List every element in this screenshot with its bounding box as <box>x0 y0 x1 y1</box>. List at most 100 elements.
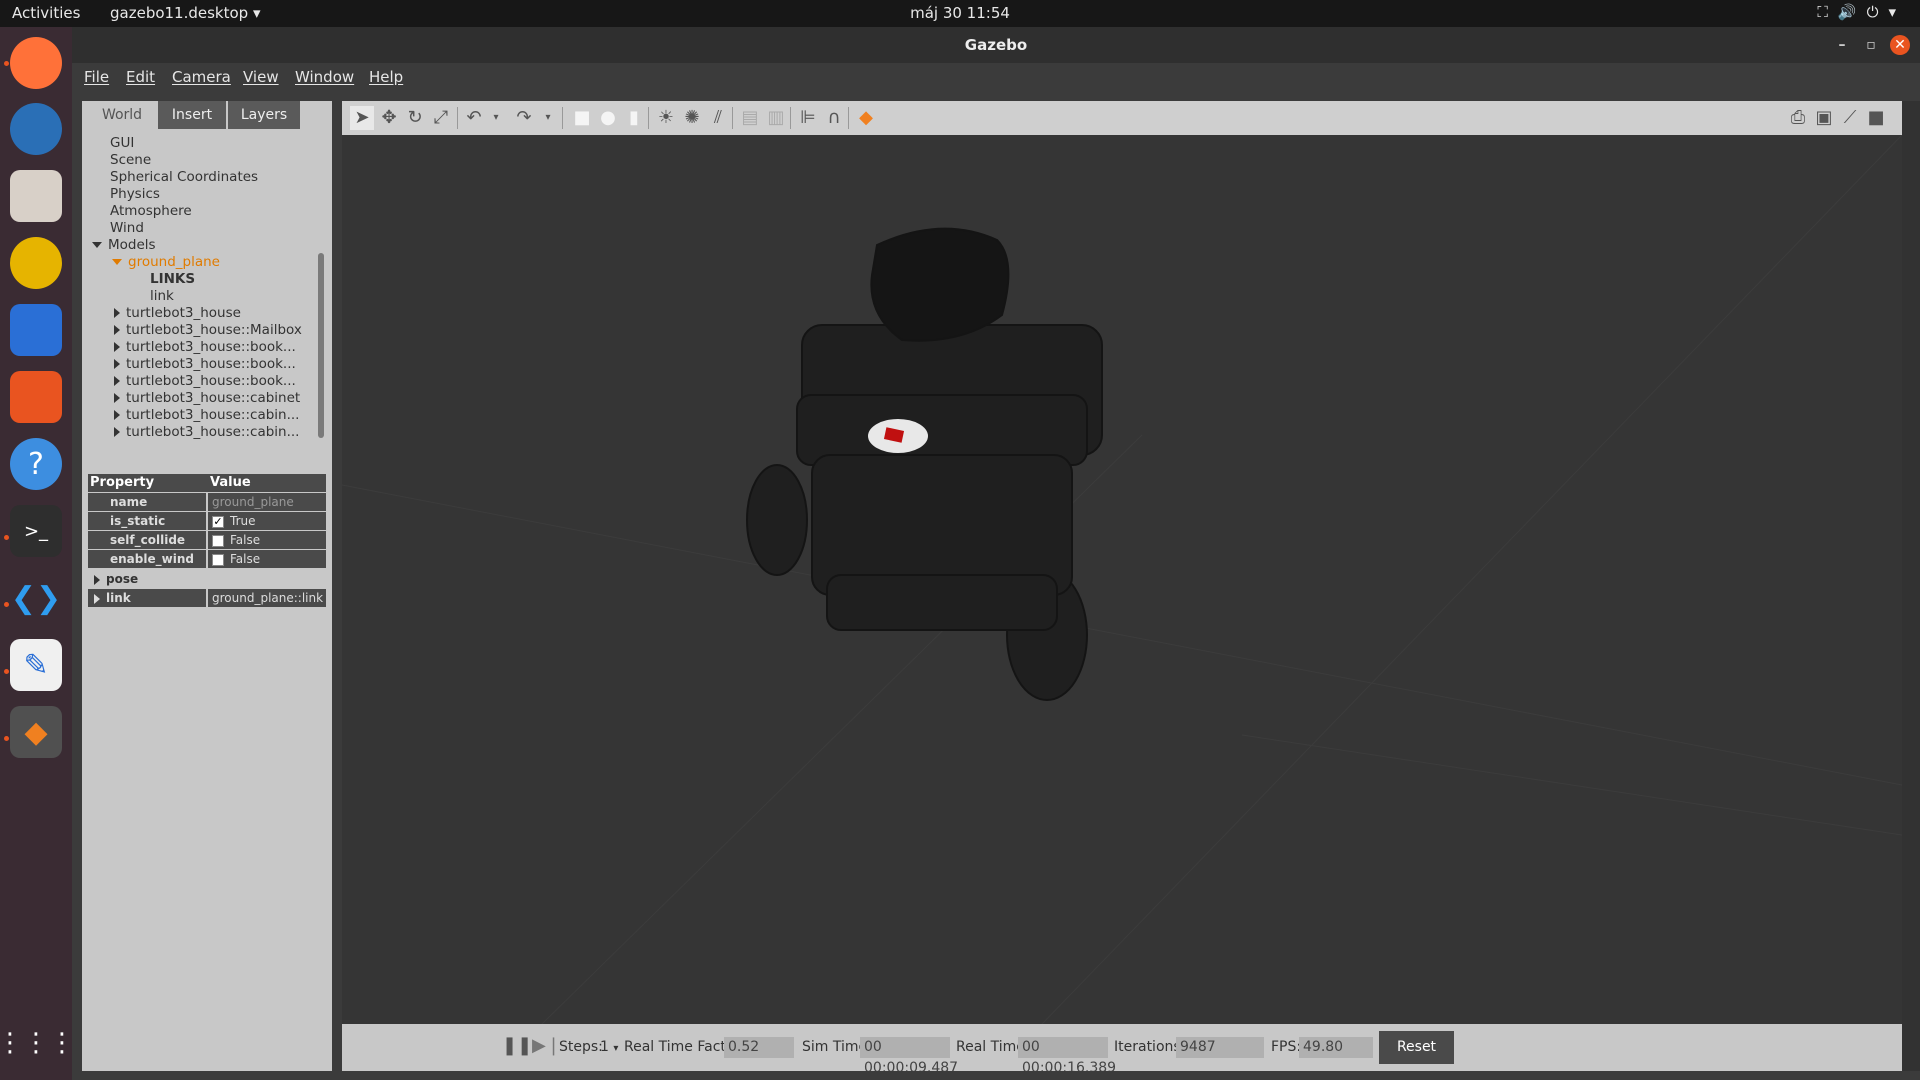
property-row-link[interactable]: link ground_plane::link <box>88 589 326 607</box>
files-icon[interactable] <box>10 170 62 222</box>
expand-right-icon[interactable] <box>114 342 120 352</box>
property-row[interactable]: self_collide False <box>88 531 326 549</box>
expand-right-icon[interactable] <box>114 427 120 437</box>
record-video-icon[interactable]: ■ <box>1864 106 1888 130</box>
firefox-icon[interactable] <box>10 37 62 89</box>
software-icon[interactable] <box>10 371 62 423</box>
undo-icon[interactable]: ↶ <box>462 106 486 130</box>
pause-icon[interactable]: ❚❚ <box>502 1034 532 1058</box>
scale-mode-icon[interactable]: ⤢ <box>429 106 453 130</box>
expand-right-icon[interactable] <box>94 593 100 604</box>
text-editor-icon[interactable]: ✎ <box>10 639 62 691</box>
property-row[interactable]: name ground_plane <box>88 493 326 511</box>
tree-item-model[interactable]: turtlebot3_house::book... <box>114 339 296 356</box>
expand-right-icon[interactable] <box>114 393 120 403</box>
tree-item-wind[interactable]: Wind <box>110 220 144 237</box>
checkbox-checked-icon[interactable]: ✓ <box>212 515 224 528</box>
translate-mode-icon[interactable]: ✥ <box>377 106 401 130</box>
steps-dropdown[interactable]: 1 ▾ <box>600 1039 618 1055</box>
menu-edit[interactable]: Edit <box>126 68 155 86</box>
box-shape-icon[interactable]: ■ <box>570 106 594 130</box>
gazebo-icon[interactable]: ◆ <box>10 706 62 758</box>
tree-item-model[interactable]: turtlebot3_house <box>114 305 241 322</box>
tree-item-atmosphere[interactable]: Atmosphere <box>110 203 192 220</box>
scene-view[interactable] <box>342 134 1903 1025</box>
expand-down-icon[interactable] <box>112 259 122 265</box>
tree-item-scene[interactable]: Scene <box>110 152 151 169</box>
sphere-shape-icon[interactable]: ● <box>596 106 620 130</box>
simulation-bar: ❚❚ ▶❘ Steps: 1 ▾ Real Time Factor: 0.52 … <box>342 1024 1902 1071</box>
rotate-mode-icon[interactable]: ↻ <box>403 106 427 130</box>
directional-light-icon[interactable]: ⫽ <box>706 106 730 130</box>
maximize-button[interactable]: ▫ <box>1861 35 1881 55</box>
expand-right-icon[interactable] <box>114 308 120 318</box>
tab-world[interactable]: World <box>88 101 156 129</box>
thunderbird-icon[interactable] <box>10 103 62 155</box>
select-mode-icon[interactable]: ➤ <box>350 106 374 130</box>
tab-insert[interactable]: Insert <box>158 101 226 129</box>
menu-view[interactable]: View <box>243 68 279 86</box>
tree-item-model[interactable]: turtlebot3_house::book... <box>114 373 296 390</box>
menu-help[interactable]: Help <box>369 68 403 86</box>
tree-item-physics[interactable]: Physics <box>110 186 160 203</box>
screenshot-icon[interactable]: ⎙ <box>1786 106 1810 130</box>
property-row[interactable]: is_static ✓ True <box>88 512 326 530</box>
close-button[interactable]: ✕ <box>1890 35 1910 55</box>
expand-right-icon[interactable] <box>114 410 120 420</box>
expand-right-icon[interactable] <box>114 325 120 335</box>
minimize-button[interactable]: – <box>1832 35 1852 55</box>
tree-item-spherical-coordinates[interactable]: Spherical Coordinates <box>110 169 258 186</box>
redo-icon[interactable]: ↷ <box>512 106 536 130</box>
spot-light-icon[interactable]: ✺ <box>680 106 704 130</box>
view-angle-icon[interactable]: ◆ <box>854 106 878 130</box>
help-icon[interactable]: ? <box>10 438 62 490</box>
plot-icon[interactable]: ⟋ <box>1838 106 1862 130</box>
tree-scrollbar[interactable] <box>318 253 324 438</box>
paste-icon[interactable]: ▥ <box>764 106 788 130</box>
log-icon[interactable]: ▣ <box>1812 106 1836 130</box>
tree-item-model[interactable]: turtlebot3_house::Mailbox <box>114 322 302 339</box>
tree-item-link[interactable]: link <box>150 288 174 305</box>
system-tray[interactable]: ⛶🔊⏻▾ <box>1817 3 1906 21</box>
redo-history-chevron-icon[interactable]: ▾ <box>536 106 560 130</box>
menu-window[interactable]: Window <box>295 68 354 86</box>
rhythmbox-icon[interactable] <box>10 237 62 289</box>
show-apps-icon[interactable]: ⋮⋮⋮ <box>0 1017 75 1069</box>
tree-item-model[interactable]: turtlebot3_house::cabin... <box>114 424 299 441</box>
checkbox-icon[interactable] <box>212 534 224 547</box>
tree-item-models[interactable]: Models <box>92 237 156 254</box>
writer-icon[interactable] <box>10 304 62 356</box>
vscode-icon[interactable]: ❮❯ <box>10 572 62 624</box>
clock[interactable]: máj 30 11:54 <box>0 4 1920 22</box>
tree-item-ground-plane[interactable]: ground_plane <box>112 254 220 271</box>
menu-camera[interactable]: Camera <box>172 68 231 86</box>
snap-icon[interactable]: ∩ <box>822 106 846 130</box>
cylinder-shape-icon[interactable]: ▮ <box>622 106 646 130</box>
expand-right-icon[interactable] <box>114 376 120 386</box>
tree-item-gui[interactable]: GUI <box>110 135 134 152</box>
terminal-icon[interactable]: >_ <box>10 505 62 557</box>
3d-viewport: ➤ ✥ ↻ ⤢ ↶ ▾ ↷ ▾ ■ ● ▮ ☀ ✺ ⫽ ▤ ▥ ⊫ ∩ ◆ ⎙ <box>342 101 1920 1071</box>
expand-right-icon[interactable] <box>94 574 100 585</box>
property-row-pose[interactable]: pose <box>88 570 326 588</box>
property-value: ground_plane::link <box>208 589 326 607</box>
tree-item-model[interactable]: turtlebot3_house::cabin... <box>114 407 299 424</box>
tab-layers[interactable]: Layers <box>228 101 300 129</box>
menu-file[interactable]: File <box>84 68 109 86</box>
reset-time-button[interactable]: Reset Time <box>1379 1031 1454 1064</box>
expand-down-icon[interactable] <box>92 242 102 248</box>
copy-icon[interactable]: ▤ <box>738 106 762 130</box>
align-icon[interactable]: ⊫ <box>796 106 820 130</box>
checkbox-icon[interactable] <box>212 553 224 566</box>
expand-right-icon[interactable] <box>114 359 120 369</box>
point-light-icon[interactable]: ☀ <box>654 106 678 130</box>
toolbar-divider <box>732 107 733 129</box>
tree-item-model[interactable]: turtlebot3_house::book... <box>114 356 296 373</box>
world-tree: GUI Scene Spherical Coordinates Physics … <box>82 129 332 441</box>
property-row[interactable]: enable_wind False <box>88 550 326 568</box>
running-indicator <box>4 61 9 66</box>
tree-item-model[interactable]: turtlebot3_house::cabinet <box>114 390 300 407</box>
step-icon[interactable]: ▶❘ <box>532 1034 561 1058</box>
undo-history-chevron-icon[interactable]: ▾ <box>484 106 508 130</box>
gazebo-window: Gazebo – ▫ ✕ File Edit Camera View Windo… <box>72 27 1920 1080</box>
